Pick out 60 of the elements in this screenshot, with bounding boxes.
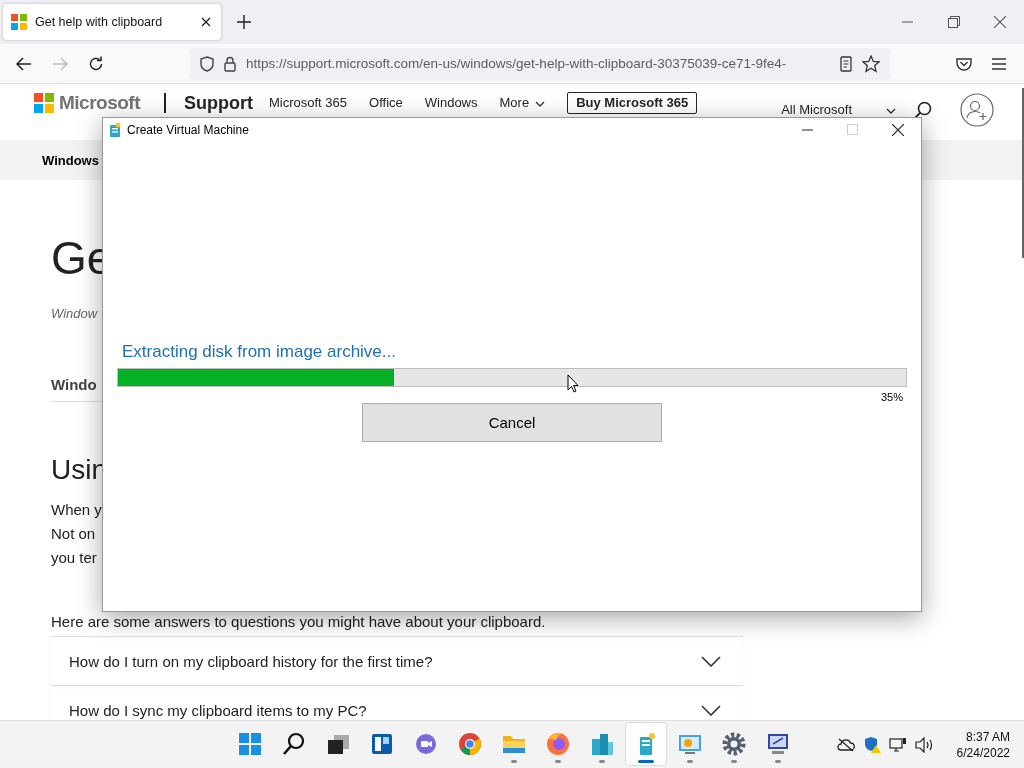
nav-link[interactable]: Windows xyxy=(42,152,99,168)
applies-to-text: Window xyxy=(51,306,99,321)
paragraph-line: When y xyxy=(51,500,103,520)
scrollbar[interactable] xyxy=(1022,88,1024,258)
window-title: Create Virtual Machine xyxy=(127,123,249,137)
paragraph-line: Not on xyxy=(51,524,97,544)
shield-warning-icon[interactable] xyxy=(862,735,881,754)
pocket-icon[interactable] xyxy=(956,56,972,71)
gear-icon xyxy=(721,731,747,757)
chevron-down-icon xyxy=(701,704,721,716)
accordion-item[interactable]: How do I turn on my clipboard history for the first time? xyxy=(51,636,743,685)
search-icon[interactable] xyxy=(914,101,932,119)
clock[interactable]: 8:37 AM 6/24/2022 xyxy=(956,728,1010,761)
widgets-icon xyxy=(369,731,395,757)
back-icon[interactable] xyxy=(16,56,32,71)
menu-icon[interactable] xyxy=(992,57,1006,70)
tab-title: Get help with clipboard xyxy=(35,15,164,29)
buy-button[interactable]: Buy Microsoft 365 xyxy=(567,92,698,114)
intro-text: Here are some answers to questions you might have about your clipboard. xyxy=(51,612,547,632)
logo-icon xyxy=(34,93,54,113)
browser-icon xyxy=(457,731,483,757)
cursor-icon xyxy=(567,374,579,393)
url-text: https://support.microsoft.com/en-us/windows/get-help-with-clipboard-30375039-ce71-9fe4- xyxy=(246,56,788,71)
close-icon[interactable] xyxy=(201,17,211,27)
screen-icon xyxy=(765,731,791,757)
chevron-down-icon xyxy=(701,655,721,667)
search-icon xyxy=(281,731,307,757)
nav-link[interactable]: Microsoft 365 xyxy=(269,93,348,113)
close-icon[interactable] xyxy=(892,124,904,136)
restore-icon[interactable] xyxy=(948,16,960,28)
reader-view-icon[interactable] xyxy=(840,55,852,72)
nav-link[interactable]: Office xyxy=(369,93,403,113)
address-bar[interactable]: https://support.microsoft.com/en-us/windows/get-help-with-clipboard-30375039-ce71-9fe4- xyxy=(190,47,890,80)
star-icon[interactable] xyxy=(862,54,880,73)
nav-link[interactable]: Windows xyxy=(424,93,478,113)
start-icon xyxy=(237,731,263,757)
lock-icon xyxy=(224,55,236,72)
logo-icon xyxy=(11,14,27,30)
shield-icon xyxy=(200,55,214,72)
buildings-icon xyxy=(589,731,615,757)
nav-link[interactable]: All Microsoft xyxy=(781,100,896,120)
browser-tab[interactable]: Get help with clipboard xyxy=(3,4,221,40)
reload-icon[interactable] xyxy=(88,55,104,72)
video-chat-icon xyxy=(413,731,439,757)
chevron-down-icon xyxy=(886,108,896,114)
paragraph-line: you ter xyxy=(51,548,98,568)
app-icon xyxy=(109,122,121,138)
cancel-button[interactable]: Cancel xyxy=(362,403,662,442)
cloud-icon[interactable] xyxy=(836,737,855,752)
nav-link[interactable]: More xyxy=(499,93,546,113)
section-title[interactable]: Support xyxy=(184,93,253,113)
network-icon[interactable] xyxy=(888,736,907,753)
account-icon[interactable] xyxy=(960,93,994,127)
speaker-icon[interactable] xyxy=(914,736,935,753)
new-tab-icon[interactable] xyxy=(237,15,251,29)
logo-text[interactable]: Microsoft xyxy=(59,93,140,113)
status-text: Extracting disk from image archive... xyxy=(122,342,397,362)
progress-percent: 35% xyxy=(880,391,903,403)
browser-icon xyxy=(545,731,571,757)
chevron-down-icon xyxy=(535,101,546,107)
